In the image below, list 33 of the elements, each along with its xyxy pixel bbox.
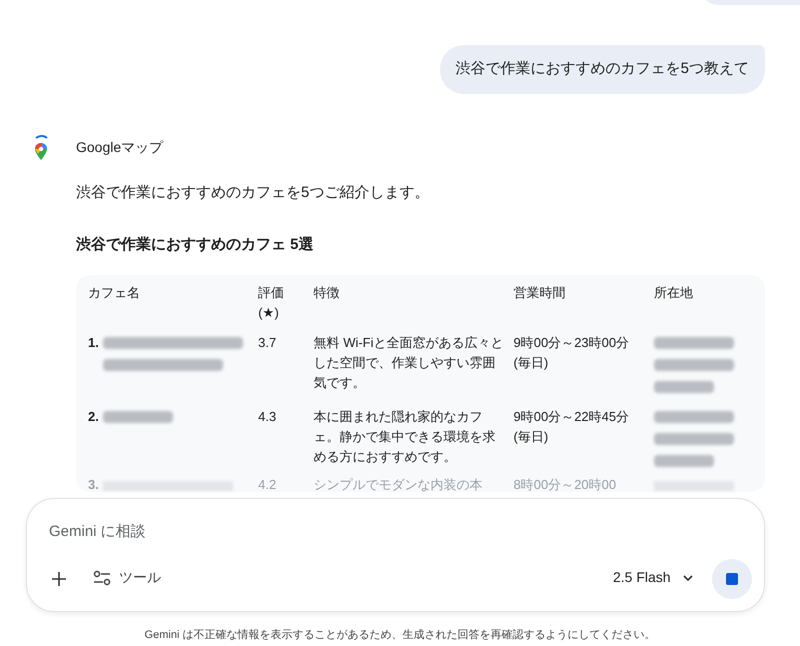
redacted-text bbox=[654, 380, 714, 392]
redacted-text bbox=[102, 410, 173, 422]
sliders-icon bbox=[93, 570, 111, 586]
table-cell-text: 4.3 bbox=[258, 408, 278, 426]
prompt-field[interactable]: Gemini に相談 bbox=[49, 519, 649, 543]
intro-text: 渋谷で作業におすすめのカフェを5つご紹介します。 bbox=[76, 182, 430, 202]
disclaimer-text: Gemini は不正確な情報を表示することがあるため、生成された回答を再確認するようにしてください。 bbox=[144, 628, 656, 643]
row-number: 3. bbox=[88, 476, 99, 492]
table-heading: 渋谷で作業におすすめのカフェ 5選 bbox=[76, 235, 315, 255]
source-label: Googleマップ bbox=[76, 138, 164, 157]
column-header: 営業時間 bbox=[514, 284, 567, 302]
row-number: 2. bbox=[88, 408, 99, 426]
table-cell-text: 4.2 bbox=[258, 476, 278, 492]
column-header: カフェ名 bbox=[88, 284, 141, 302]
column-header: 特徴 bbox=[314, 284, 341, 302]
table-cell-text: 無料 Wi-Fiと全面窓がある広々とした空間で、作業しやすい雰囲気です。 bbox=[314, 334, 505, 392]
table-cell-text: 9時00分～22時45分 (毎日) bbox=[514, 408, 630, 446]
stop-button[interactable] bbox=[712, 559, 752, 599]
redacted-text bbox=[654, 454, 714, 466]
plus-icon bbox=[51, 571, 67, 587]
stop-icon bbox=[726, 573, 738, 585]
column-header: 所在地 bbox=[654, 284, 694, 302]
row-number: 1. bbox=[88, 334, 99, 352]
table-cell-text: 8時00分～20時00 bbox=[514, 476, 618, 492]
tools-button[interactable]: ツール bbox=[93, 567, 161, 588]
chevron-down-icon bbox=[682, 574, 693, 580]
model-selector[interactable]: 2.5 Flash bbox=[613, 567, 693, 588]
column-header: 評価 (★) bbox=[258, 284, 286, 322]
table-cell-text: 本に囲まれた隠れ家的なカフェ。静かで集中できる環境を求める方におすすめです。 bbox=[314, 408, 497, 466]
table-cell-text: 9時00分～23時00分 (毎日) bbox=[514, 334, 630, 372]
table-cell-text: 3.7 bbox=[258, 334, 278, 352]
user-message: 渋谷で作業におすすめのカフェを5つ教えて bbox=[440, 45, 765, 94]
table-cell-text: シンプルでモダンな内装の本 bbox=[314, 476, 484, 492]
